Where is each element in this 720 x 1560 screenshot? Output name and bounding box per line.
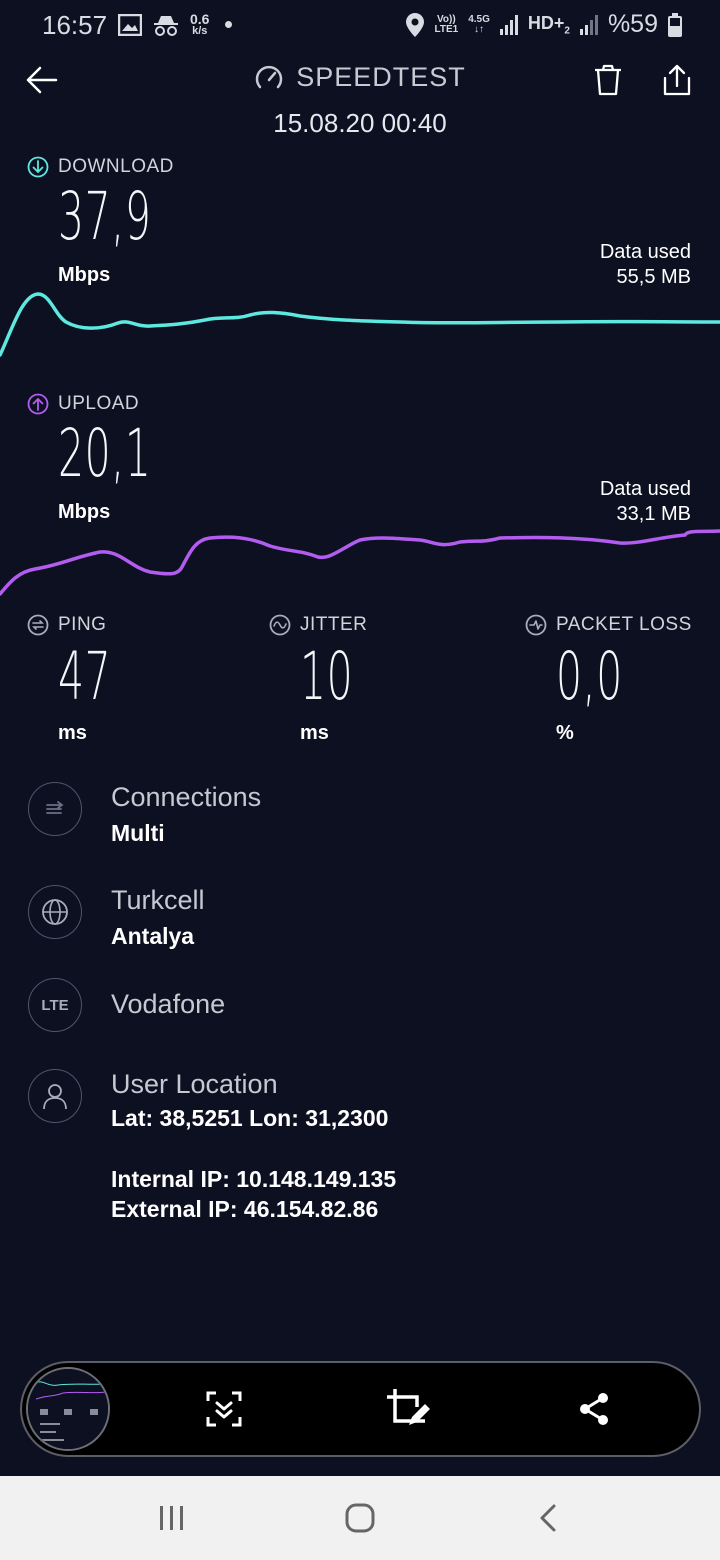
status-bar: 16:57 0.6 k/s Vo)) LTE1 4.5G ↓↑ HD+2 %59 [0, 0, 720, 54]
back-nav-button[interactable] [526, 1496, 570, 1540]
jitter-label-text: JITTER [300, 614, 368, 635]
page-title-text: SPEEDTEST [296, 62, 466, 92]
globe-icon [28, 885, 82, 939]
recent-apps-button[interactable] [150, 1496, 194, 1540]
crop-edit-button[interactable] [385, 1385, 433, 1433]
ping-label-text: PING [58, 614, 107, 635]
delete-button[interactable] [586, 58, 630, 102]
status-time: 16:57 [42, 10, 108, 40]
lte-icon-text: LTE [41, 996, 69, 1014]
external-ip: External IP: 46.154.82.86 [111, 1196, 379, 1222]
ping-label: PING [27, 614, 106, 636]
system-nav-bar [0, 1476, 720, 1560]
ping-icon [27, 614, 49, 636]
jitter-value: 10 [300, 638, 354, 715]
upload-share-icon [663, 64, 691, 96]
signal-icon [499, 14, 518, 35]
upload-value: 20,1 [58, 415, 152, 492]
share-icon [580, 1393, 608, 1425]
network-speed: 0.6 k/s [190, 12, 209, 37]
jitter-unit: ms [300, 722, 329, 744]
test-date: 15.08.20 00:40 [273, 108, 447, 138]
share-button[interactable] [570, 1385, 618, 1433]
crop-edit-icon [387, 1389, 430, 1425]
data-arrows-icon: ↓↑ [474, 23, 485, 35]
download-value: 37,9 [58, 178, 152, 255]
download-data-used-label: Data used [599, 241, 691, 263]
location-title: User Location [111, 1069, 278, 1099]
upload-label-text: UPLOAD [58, 393, 140, 414]
network-type-label: 4.5G [468, 13, 490, 25]
network-type: 4.5G ↓↑ [468, 13, 490, 35]
hd-label: HD+ [527, 12, 565, 33]
status-left-icons: 0.6 k/s [118, 12, 233, 37]
battery-percent: %59 [607, 10, 658, 38]
hd-sub: 2 [564, 25, 570, 37]
packet-loss-icon [525, 614, 547, 636]
volte-indicator: Vo)) LTE1 [434, 13, 459, 35]
provider-value: Antalya [111, 923, 195, 949]
upload-unit: Mbps [58, 501, 111, 523]
scroll-capture-button[interactable] [200, 1385, 248, 1433]
download-arrow-icon [27, 156, 49, 178]
volte-bottom: LTE1 [434, 23, 459, 35]
ping-unit: ms [58, 722, 87, 744]
download-unit: Mbps [58, 264, 111, 286]
server-title: Vodafone [111, 989, 226, 1019]
download-label: DOWNLOAD [27, 156, 174, 178]
capture-toolbar [20, 1361, 701, 1457]
network-speed-unit: k/s [192, 25, 208, 37]
status-right: Vo)) LTE1 4.5G ↓↑ HD+2 %59 [406, 10, 682, 39]
packet-loss-unit: % [556, 722, 574, 744]
battery-icon [668, 12, 682, 37]
upload-graph-line [0, 529, 720, 596]
jitter-icon [269, 614, 291, 636]
jitter-label: JITTER [269, 614, 367, 636]
lte-icon: LTE [28, 978, 82, 1032]
upload-label: UPLOAD [27, 393, 139, 415]
connections-title: Connections [111, 782, 262, 812]
location-icon [406, 12, 425, 37]
internal-ip: Internal IP: 10.148.149.135 [111, 1166, 397, 1192]
share-result-button[interactable] [655, 58, 699, 102]
thumbnail-preview-icon [28, 1369, 108, 1449]
ping-value: 47 [58, 638, 112, 715]
download-graph-line [0, 292, 720, 357]
connections-icon [28, 782, 82, 836]
packet-loss-label-text: PACKET LOSS [556, 614, 692, 635]
download-data-used: Data used 55,5 MB [600, 240, 691, 290]
packet-loss-label: PACKET LOSS [525, 614, 692, 636]
download-graph [0, 292, 720, 357]
upload-arrow-icon [27, 393, 49, 415]
upload-graph [0, 529, 720, 596]
upload-data-used: Data used 33,1 MB [600, 477, 691, 527]
back-icon [540, 1504, 556, 1532]
volte-top: Vo)) [436, 13, 456, 25]
network-speed-value: 0.6 [190, 11, 210, 27]
download-label-text: DOWNLOAD [58, 156, 174, 177]
scroll-capture-icon [206, 1391, 242, 1427]
packet-loss-value: 0,0 [556, 638, 623, 715]
home-button[interactable] [338, 1496, 382, 1540]
hd-indicator: HD+2 [528, 13, 570, 37]
trash-icon [595, 64, 621, 96]
recent-apps-icon [160, 1506, 183, 1530]
incognito-icon [154, 15, 178, 36]
upload-data-used-label: Data used [599, 478, 691, 500]
location-latlon: Lat: 38,5251 Lon: 31,2300 [111, 1105, 389, 1131]
user-icon [28, 1069, 82, 1123]
notification-dot-icon [225, 21, 233, 28]
screenshot-thumbnail[interactable] [26, 1367, 110, 1451]
connections-value: Multi [111, 820, 165, 846]
signal-2-icon [579, 14, 598, 35]
gallery-icon [118, 13, 142, 36]
home-icon [345, 1503, 375, 1533]
provider-title: Turkcell [111, 885, 205, 915]
speedometer-icon [255, 65, 283, 88]
